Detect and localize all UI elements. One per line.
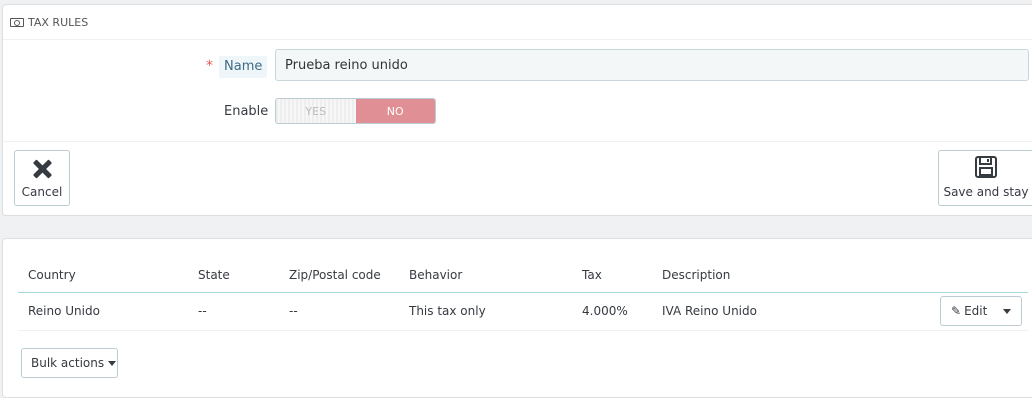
chevron-down-icon (108, 360, 117, 366)
panel-heading: TAX RULES (3, 5, 1032, 40)
save-icon (975, 156, 997, 178)
name-input[interactable] (275, 49, 1029, 81)
name-label: Name (219, 56, 268, 78)
cell-country: Reino Unido (28, 304, 100, 318)
column-behavior: Behavior (409, 268, 463, 282)
table-row: Reino Unido -- -- This tax only 4.000% I… (18, 293, 1028, 331)
enable-label: Enable (224, 104, 269, 119)
tax-rules-panel: TAX RULES (2, 4, 1032, 216)
cell-tax: 4.000% (582, 304, 628, 318)
required-marker: * (206, 58, 213, 74)
form-footer-divider (0, 141, 1032, 142)
cell-state: -- (198, 304, 207, 318)
cell-description: IVA Reino Unido (662, 304, 757, 318)
save-label: Save and stay (943, 185, 1029, 199)
column-state: State (198, 268, 230, 282)
enable-switch[interactable]: YES NO (275, 98, 436, 124)
column-description: Description (662, 268, 731, 282)
cell-behavior: This tax only (409, 304, 486, 318)
cancel-button[interactable]: Cancel (14, 150, 70, 206)
money-icon (10, 17, 24, 27)
edit-label: Edit (964, 304, 988, 318)
bulk-actions-button[interactable]: Bulk actions (21, 348, 118, 378)
edit-button[interactable]: ✎ Edit (940, 296, 1022, 326)
column-country: Country (28, 268, 76, 282)
close-icon (32, 159, 52, 179)
cancel-label: Cancel (21, 185, 63, 199)
enable-no-option[interactable]: NO (355, 99, 435, 123)
save-and-stay-button[interactable]: Save and stay (938, 150, 1032, 206)
pencil-icon: ✎ (951, 304, 962, 318)
column-tax: Tax (582, 268, 602, 282)
enable-yes-option[interactable]: YES (276, 99, 356, 123)
table-header: Country State Zip/Postal code Behavior T… (18, 266, 1028, 293)
column-zip: Zip/Postal code (289, 268, 381, 282)
bulk-actions-label: Bulk actions (31, 356, 105, 370)
chevron-down-icon[interactable] (1003, 308, 1011, 314)
panel-title: TAX RULES (28, 15, 89, 29)
cell-zip: -- (289, 304, 298, 318)
